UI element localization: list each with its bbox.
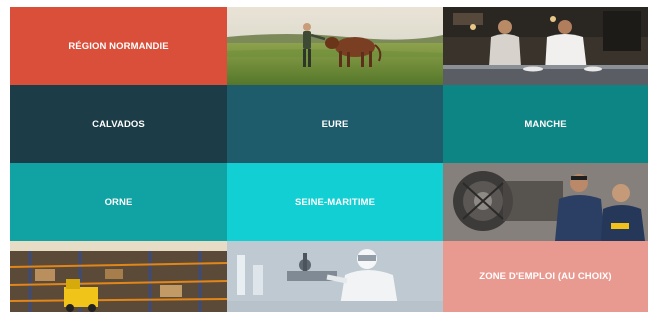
tile-seine-maritime[interactable]: SEINE-MARITIME: [227, 163, 443, 241]
farm-photo-graphic: [227, 7, 443, 85]
tile-label-eure: EURE: [321, 118, 349, 130]
tile-region-normandie[interactable]: RÉGION NORMANDIE: [10, 7, 227, 85]
tile-eure[interactable]: EURE: [227, 85, 443, 163]
tile-label-zone-emploi: ZONE D'EMPLOI (AU CHOIX): [479, 271, 612, 282]
tile-label-orne: ORNE: [104, 196, 133, 208]
tile-zone-emploi[interactable]: ZONE D'EMPLOI (AU CHOIX): [443, 241, 648, 312]
tile-calvados[interactable]: CALVADOS: [10, 85, 227, 163]
engine-technicians-photo: [443, 163, 648, 241]
tile-manche[interactable]: MANCHE: [443, 85, 648, 163]
kitchen-photo-graphic: [443, 7, 648, 85]
tile-label-seine-maritime: SEINE-MARITIME: [294, 196, 376, 208]
engine-photo-graphic: [443, 163, 648, 241]
warehouse-forklift-photo: [10, 241, 227, 312]
tile-orne[interactable]: ORNE: [10, 163, 227, 241]
farm-cow-photo: [227, 7, 443, 85]
tile-label-manche: MANCHE: [524, 118, 567, 130]
chefs-kitchen-photo: [443, 7, 648, 85]
lab-photo-graphic: [227, 241, 443, 312]
tile-label-region: RÉGION NORMANDIE: [68, 40, 169, 52]
tile-label-calvados: CALVADOS: [92, 118, 145, 130]
territory-grid: RÉGION NORMANDIE CALVADOS EURE MANCHE OR…: [10, 7, 648, 312]
warehouse-photo-graphic: [10, 241, 227, 312]
laboratory-scientist-photo: [227, 241, 443, 312]
